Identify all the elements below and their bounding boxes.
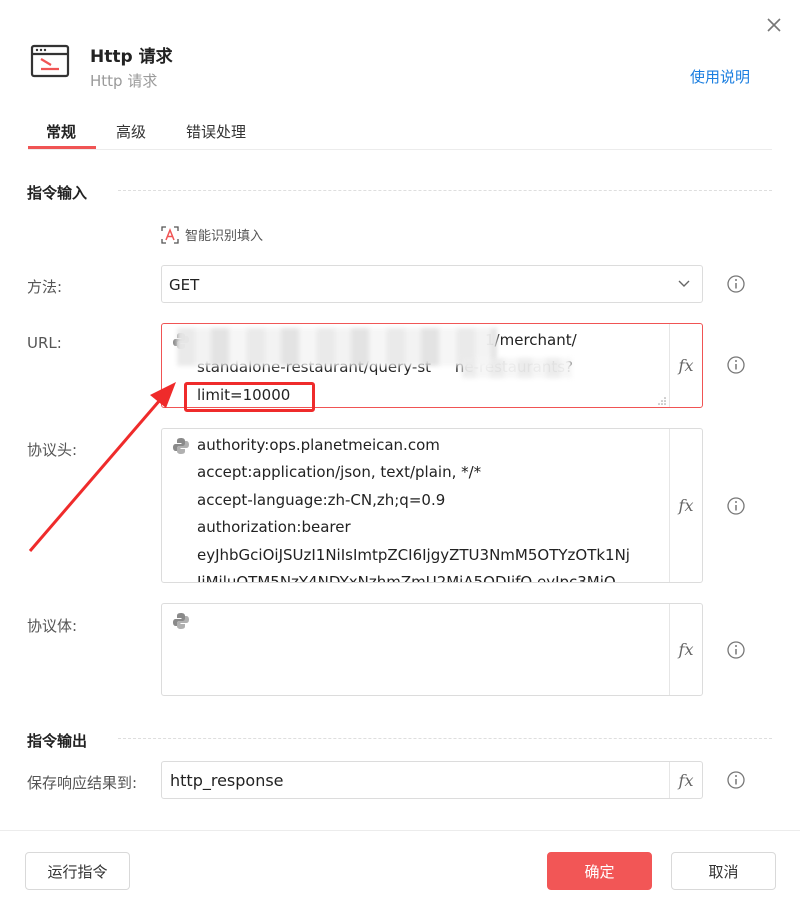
cancel-button[interactable]: 取消 xyxy=(671,852,776,890)
dialog-subtitle: Http 请求 xyxy=(90,72,158,90)
method-select[interactable]: GET xyxy=(161,265,703,303)
save-to-input[interactable]: http_response fx xyxy=(161,761,703,799)
http-request-icon xyxy=(30,44,70,78)
headers-label: 协议头: xyxy=(27,441,78,459)
header-line: accept:application/json, text/plain, */* xyxy=(197,463,482,482)
section-title-output: 指令输出 xyxy=(27,732,88,750)
body-label: 协议体: xyxy=(27,617,78,635)
info-icon[interactable] xyxy=(727,641,745,659)
tab-bar: 常规 高级 错误处理 xyxy=(28,115,772,150)
header-line: authorization:bearer xyxy=(197,518,351,537)
fx-icon: fx xyxy=(678,640,694,659)
info-icon[interactable] xyxy=(727,771,745,789)
python-icon xyxy=(173,438,189,454)
method-label: 方法: xyxy=(27,278,63,296)
python-icon xyxy=(173,613,189,629)
method-value: GET xyxy=(169,276,200,294)
body-fx-button[interactable]: fx xyxy=(669,604,702,695)
dialog-header: Http 请求 Http 请求 使用说明 xyxy=(28,40,772,100)
fx-icon: fx xyxy=(678,356,694,375)
annotation-highlight-box xyxy=(184,382,315,412)
save-to-value: http_response xyxy=(170,771,284,790)
info-icon[interactable] xyxy=(727,275,745,293)
chevron-down-icon xyxy=(678,280,690,287)
headers-fx-button[interactable]: fx xyxy=(669,429,702,582)
headers-input[interactable]: authority:ops.planetmeican.com accept:app… xyxy=(161,428,703,583)
url-input[interactable]: 1/merchant/standalone-restaurant/query-s… xyxy=(161,323,703,412)
close-icon[interactable] xyxy=(763,14,785,36)
url-fx-button[interactable]: fx xyxy=(669,324,702,407)
redacted-region xyxy=(462,358,572,378)
redacted-region xyxy=(177,328,497,366)
header-line: accept-language:zh-CN,zh;q=0.9 xyxy=(197,490,446,509)
active-tab-indicator xyxy=(28,146,96,149)
header-line: authority:ops.planetmeican.com xyxy=(197,436,440,454)
smart-fill-label: 智能识别填入 xyxy=(185,229,264,244)
tab-advanced[interactable]: 高级 xyxy=(116,121,146,142)
run-command-button[interactable]: 运行指令 xyxy=(25,852,130,890)
tab-general[interactable]: 常规 xyxy=(46,121,76,142)
save-to-label: 保存响应结果到: xyxy=(27,774,138,792)
smart-fill-button[interactable]: 智能识别填入 xyxy=(161,225,263,244)
body-input[interactable]: fx xyxy=(161,603,703,696)
confirm-button[interactable]: 确定 xyxy=(547,852,652,890)
fx-icon: fx xyxy=(678,496,694,515)
info-icon[interactable] xyxy=(727,497,745,515)
header-line: JiMiluOTM5NzY4NDYxNzhmZmU2MiA5ODIifQ.eyJ… xyxy=(197,569,662,582)
save-to-fx-button[interactable]: fx xyxy=(669,762,702,798)
dialog-title: Http 请求 xyxy=(90,47,173,67)
headers-text: authority:ops.planetmeican.com accept:app… xyxy=(197,432,662,582)
section-divider xyxy=(118,190,772,191)
url-label: URL: xyxy=(27,334,62,352)
resize-handle-icon[interactable] xyxy=(657,396,666,405)
dialog-footer: 运行指令 确定 取消 xyxy=(0,830,800,909)
info-icon[interactable] xyxy=(727,356,745,374)
smart-recognize-icon xyxy=(161,225,179,244)
section-title-input: 指令输入 xyxy=(27,184,88,202)
fx-icon: fx xyxy=(678,770,694,790)
help-link[interactable]: 使用说明 xyxy=(690,66,750,87)
section-divider xyxy=(118,738,772,739)
tab-error-handling[interactable]: 错误处理 xyxy=(186,121,246,142)
header-line: eyJhbGciOiJSUzI1NiIsImtpZCI6IjgyZTU3NmM5… xyxy=(197,545,630,564)
